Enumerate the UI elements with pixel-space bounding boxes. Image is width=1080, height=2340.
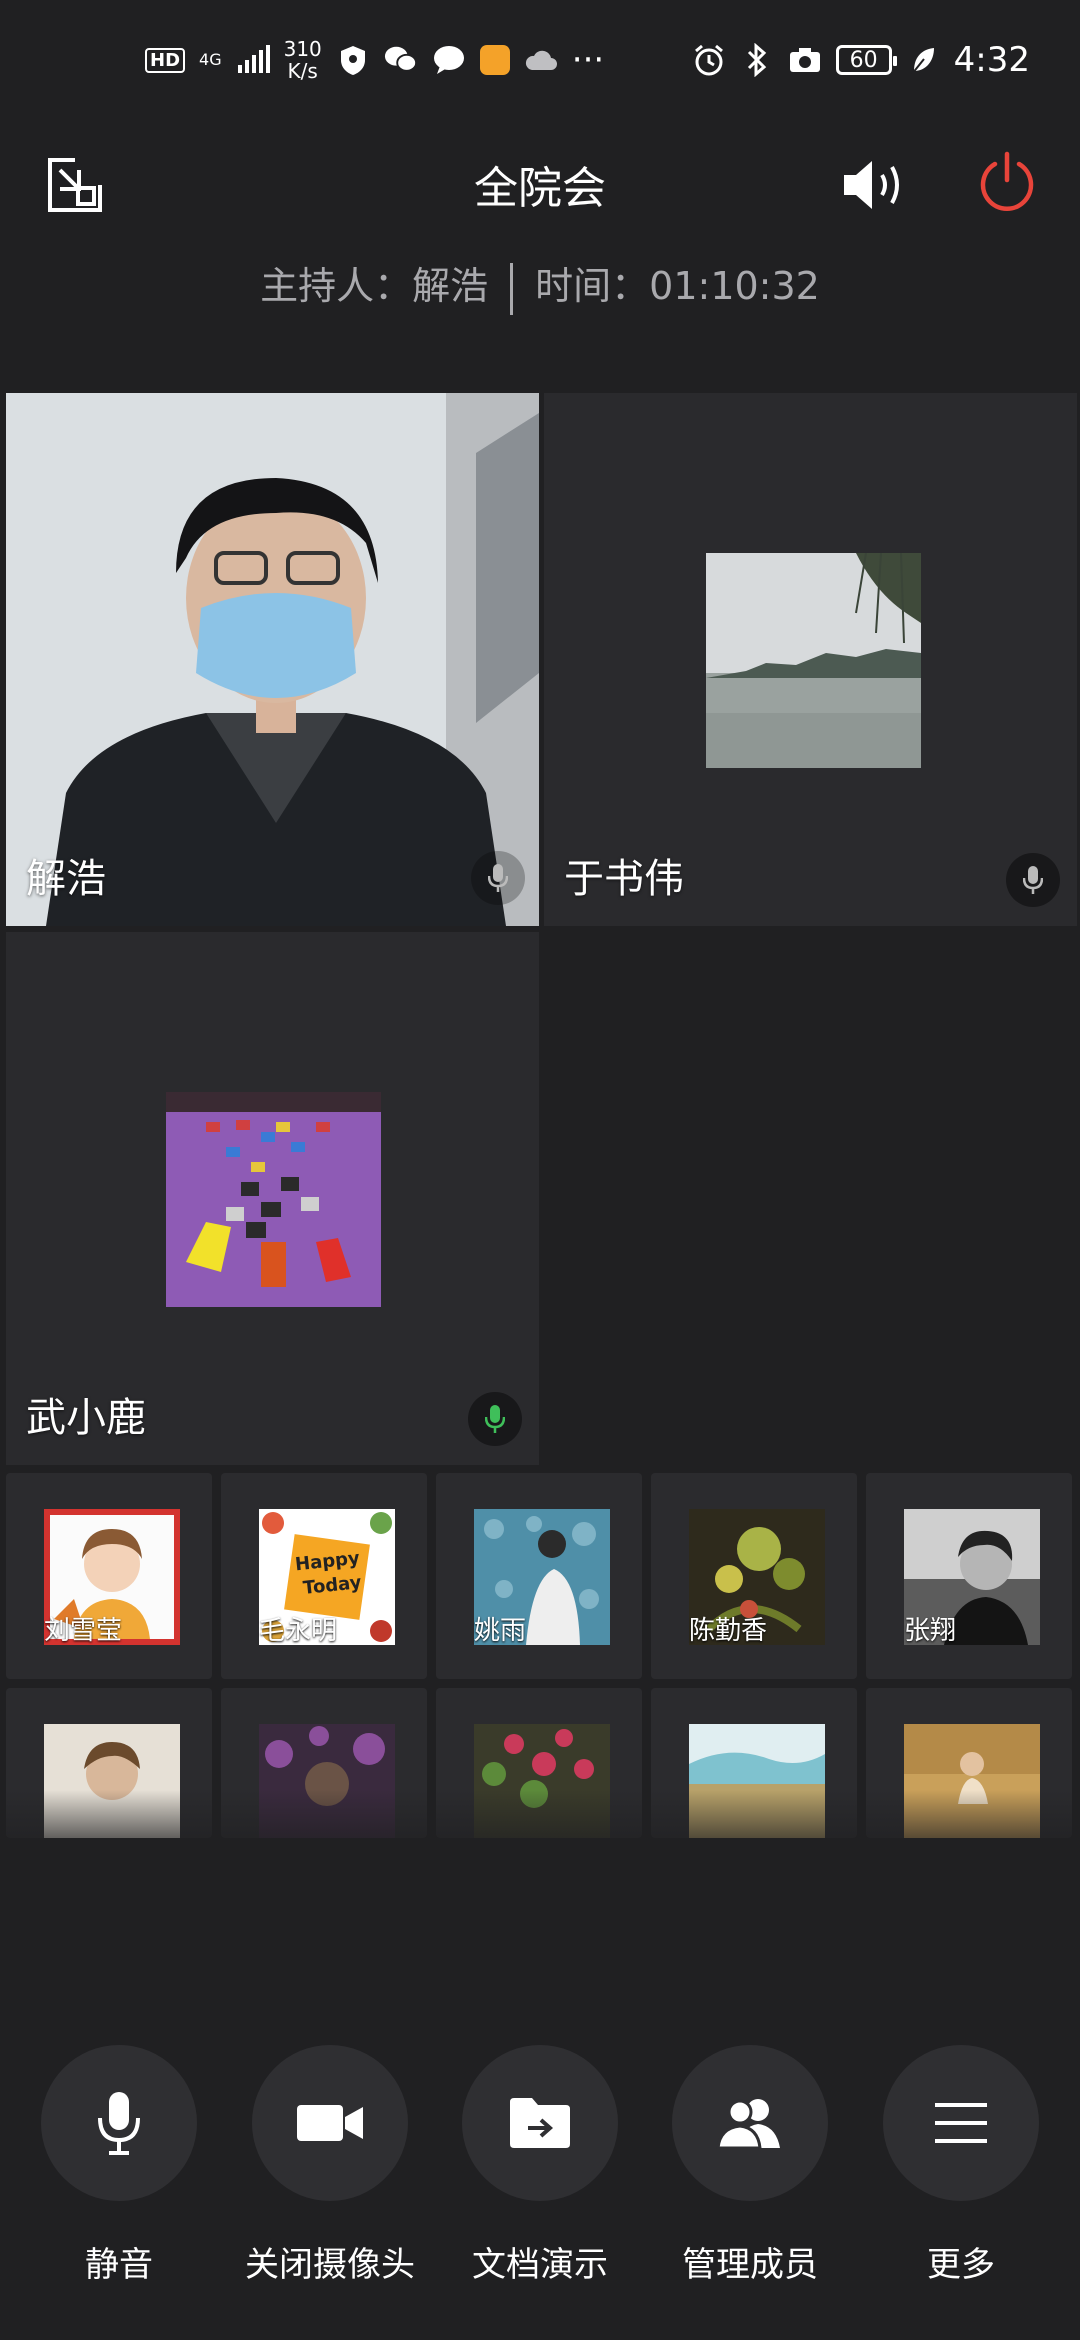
camera-off-button[interactable]: 关闭摄像头 <box>230 2045 430 2286</box>
more-button[interactable]: 更多 <box>861 2045 1061 2286</box>
participant-avatar <box>166 1092 381 1307</box>
cloud-icon <box>524 43 558 77</box>
participant-avatar <box>706 552 921 768</box>
mute-label: 静音 <box>85 2245 153 2285</box>
video-tile-host[interactable]: 解浩 <box>6 393 539 926</box>
member-name: 毛永明 <box>259 1616 338 1646</box>
message-icon <box>432 43 466 77</box>
camera-status-icon <box>788 43 822 77</box>
network-type: 4G <box>199 50 222 69</box>
scroll-fade <box>0 1790 1080 1870</box>
document-present-button[interactable]: 文档演示 <box>440 2045 640 2286</box>
more-label: 更多 <box>927 2245 995 2285</box>
more-notifications-icon: ··· <box>571 40 605 80</box>
manage-members-label: 管理成员 <box>682 2245 818 2285</box>
menu-icon[interactable] <box>883 2045 1039 2201</box>
meeting-info: 主持人：解浩 时间：01:10:32 <box>0 255 1080 315</box>
member-thumbnail[interactable]: 陈勤香 <box>651 1473 857 1679</box>
end-meeting-power-icon[interactable] <box>975 150 1039 214</box>
folder-share-icon[interactable] <box>462 2045 618 2201</box>
camera-off-label: 关闭摄像头 <box>245 2245 415 2285</box>
network-speed: 310 K/s <box>283 37 322 83</box>
video-tile-participant[interactable]: 于书伟 <box>544 393 1077 926</box>
elapsed-time: 时间：01:10:32 <box>535 264 820 308</box>
alarm-icon <box>692 43 726 77</box>
member-name: 陈勤香 <box>689 1616 768 1646</box>
shield-icon <box>336 43 370 77</box>
video-tile-participant[interactable]: 武小鹿 <box>6 932 539 1465</box>
meeting-title: 全院会 <box>474 163 606 214</box>
app-notification-icon <box>479 45 510 75</box>
clock: 4:32 <box>953 40 1030 80</box>
participant-name: 解浩 <box>26 856 106 902</box>
mic-muted-icon <box>471 851 525 905</box>
members-icon[interactable] <box>672 2045 828 2201</box>
host-label: 主持人：解浩 <box>260 264 489 308</box>
signal-icon <box>236 43 270 77</box>
video-camera-icon[interactable] <box>252 2045 408 2201</box>
mic-muted-icon <box>1006 853 1060 907</box>
divider <box>510 262 514 315</box>
participant-name: 武小鹿 <box>26 1395 146 1441</box>
leaf-icon <box>906 43 940 77</box>
member-thumbnail[interactable]: 刘雪莹 <box>6 1473 212 1679</box>
speaker-icon[interactable] <box>840 155 910 215</box>
mic-active-icon <box>468 1392 522 1446</box>
member-name: 姚雨 <box>474 1616 527 1646</box>
hd-voice-badge: HD <box>145 47 186 73</box>
battery-indicator: 60 <box>835 45 897 75</box>
member-thumbnail[interactable]: 张翔 <box>866 1473 1072 1679</box>
member-name: 刘雪莹 <box>44 1616 123 1646</box>
member-thumbnail[interactable]: 姚雨 <box>436 1473 642 1679</box>
document-present-label: 文档演示 <box>472 2245 608 2285</box>
bluetooth-icon <box>740 43 774 77</box>
member-name: 张翔 <box>904 1616 957 1646</box>
member-thumbnail[interactable]: Happy Today 毛永明 <box>221 1473 427 1679</box>
meeting-header: 全院会 <box>0 130 1080 240</box>
mute-button[interactable]: 静音 <box>19 2045 219 2286</box>
participant-name: 于书伟 <box>564 856 684 902</box>
status-bar: HD 4G 310 K/s ··· 60 4:32 <box>0 0 1080 130</box>
wechat-icon <box>384 43 418 77</box>
microphone-icon[interactable] <box>41 2045 197 2201</box>
manage-members-button[interactable]: 管理成员 <box>650 2045 850 2286</box>
